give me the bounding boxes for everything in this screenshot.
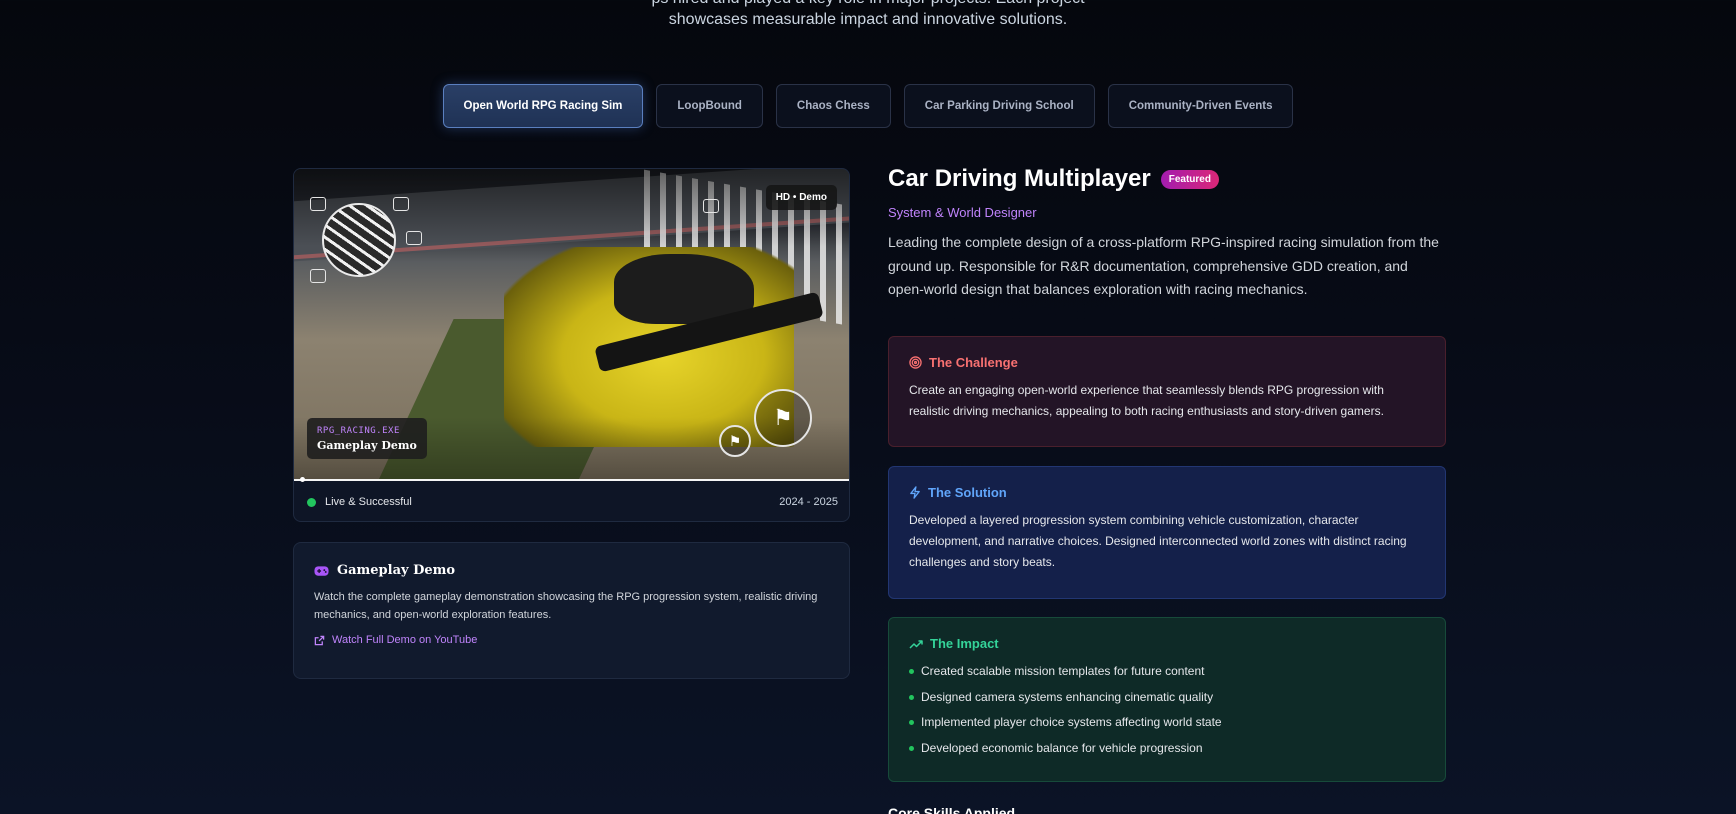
impact-item-text: Designed camera systems enhancing cinema… (921, 689, 1214, 704)
impact-heading: The Impact (909, 636, 1425, 651)
lightning-icon (910, 486, 920, 499)
project-title: Car Driving Multiplayer (888, 165, 1151, 192)
tab-open-world-rpg-racing-sim[interactable]: Open World RPG Racing Sim (442, 84, 644, 128)
solution-heading-text: The Solution (928, 485, 1007, 500)
impact-item: Developed economic balance for vehicle p… (909, 736, 1425, 762)
pause-icon[interactable] (310, 197, 326, 211)
impact-item: Implemented player choice systems affect… (909, 710, 1425, 736)
impact-item: Designed camera systems enhancing cinema… (909, 685, 1425, 711)
challenge-heading-text: The Challenge (929, 355, 1018, 370)
gameplay-video[interactable]: HD • Demo ⚑ ⚑ RPG_RACING.EXE Gameplay De… (294, 169, 849, 479)
solution-heading: The Solution (909, 485, 1425, 500)
challenge-text: Create an engaging open-world experience… (909, 383, 1384, 418)
project-years: 2024 - 2025 (779, 496, 838, 508)
solution-text: Developed a layered progression system c… (909, 513, 1407, 569)
project-heading-row: Car Driving Multiplayer Featured (888, 165, 1446, 193)
status-dot (307, 497, 316, 507)
demo-label-title: Gameplay Demo (317, 439, 417, 452)
menu-icon[interactable] (393, 197, 409, 211)
demo-card-title: Gameplay Demo (314, 563, 829, 578)
trending-up-icon (909, 639, 923, 649)
gameplay-demo-card: Gameplay Demo Watch the complete gamepla… (293, 542, 850, 679)
challenge-box: The Challenge Create an engaging open-wo… (888, 336, 1446, 447)
project-details: Car Driving Multiplayer Featured System … (888, 165, 1446, 814)
demo-label: RPG_RACING.EXE Gameplay Demo (307, 418, 427, 459)
demo-card-title-text: Gameplay Demo (337, 563, 456, 578)
tab-car-parking-driving-school[interactable]: Car Parking Driving School (903, 84, 1095, 128)
demo-card-description: Watch the complete gameplay demonstratio… (314, 591, 818, 621)
minimap (322, 203, 396, 277)
impact-item-text: Developed economic balance for vehicle p… (921, 740, 1203, 755)
youtube-demo-link-label[interactable]: Watch Full Demo on YouTube (332, 634, 477, 646)
bullet (909, 694, 914, 700)
impact-list: Created scalable mission templates for f… (909, 659, 1425, 761)
bullet (909, 669, 914, 675)
gameplay-media-card: HD • Demo ⚑ ⚑ RPG_RACING.EXE Gameplay De… (293, 168, 850, 522)
status-bar: Live & Successful 2024 - 2025 (294, 481, 849, 521)
hd-demo-badge: HD • Demo (765, 185, 837, 210)
status-indicator: Live & Successful (307, 496, 412, 508)
impact-item-text: Implemented player choice systems affect… (921, 715, 1222, 729)
impact-heading-text: The Impact (930, 636, 999, 651)
exit-vehicle-button[interactable]: ⚑ (754, 389, 812, 447)
tab-loopbound[interactable]: LoopBound (656, 84, 763, 128)
bullet (909, 720, 914, 726)
person-jump-icon: ⚑ (773, 405, 793, 430)
intro-line-2: showcases measurable impact and innovati… (668, 11, 1068, 28)
tab-chaos-chess[interactable]: Chaos Chess (775, 84, 891, 128)
impact-item: Created scalable mission templates for f… (909, 659, 1425, 685)
globe-icon[interactable] (703, 199, 719, 213)
solution-box: The Solution Developed a layered progres… (888, 466, 1446, 599)
gamepad-icon (314, 565, 329, 576)
tab-community-driven-events[interactable]: Community-Driven Events (1107, 84, 1294, 128)
action-secondary-button[interactable]: ⚑ (719, 425, 751, 457)
featured-badge: Featured (1160, 169, 1219, 189)
project-tabs: Open World RPG Racing Sim LoopBound Chao… (0, 84, 1736, 128)
impact-box: The Impact Created scalable mission temp… (888, 617, 1446, 782)
bullet (909, 745, 914, 751)
exe-label: RPG_RACING.EXE (317, 426, 400, 436)
project-summary: Leading the complete design of a cross-p… (888, 234, 1439, 297)
youtube-demo-link[interactable]: Watch Full Demo on YouTube (314, 634, 829, 646)
project-role: System & World Designer (888, 205, 1037, 220)
external-link-icon (314, 635, 325, 645)
map-cube-icon[interactable] (406, 231, 422, 245)
impact-item-text: Created scalable mission templates for f… (921, 664, 1205, 678)
status-text: Live & Successful (325, 496, 412, 508)
target-icon (909, 356, 922, 369)
camera-icon[interactable] (310, 269, 326, 283)
challenge-heading: The Challenge (909, 355, 1425, 370)
core-skills-heading: Core Skills Applied (888, 805, 1016, 814)
person-icon: ⚑ (728, 432, 742, 449)
